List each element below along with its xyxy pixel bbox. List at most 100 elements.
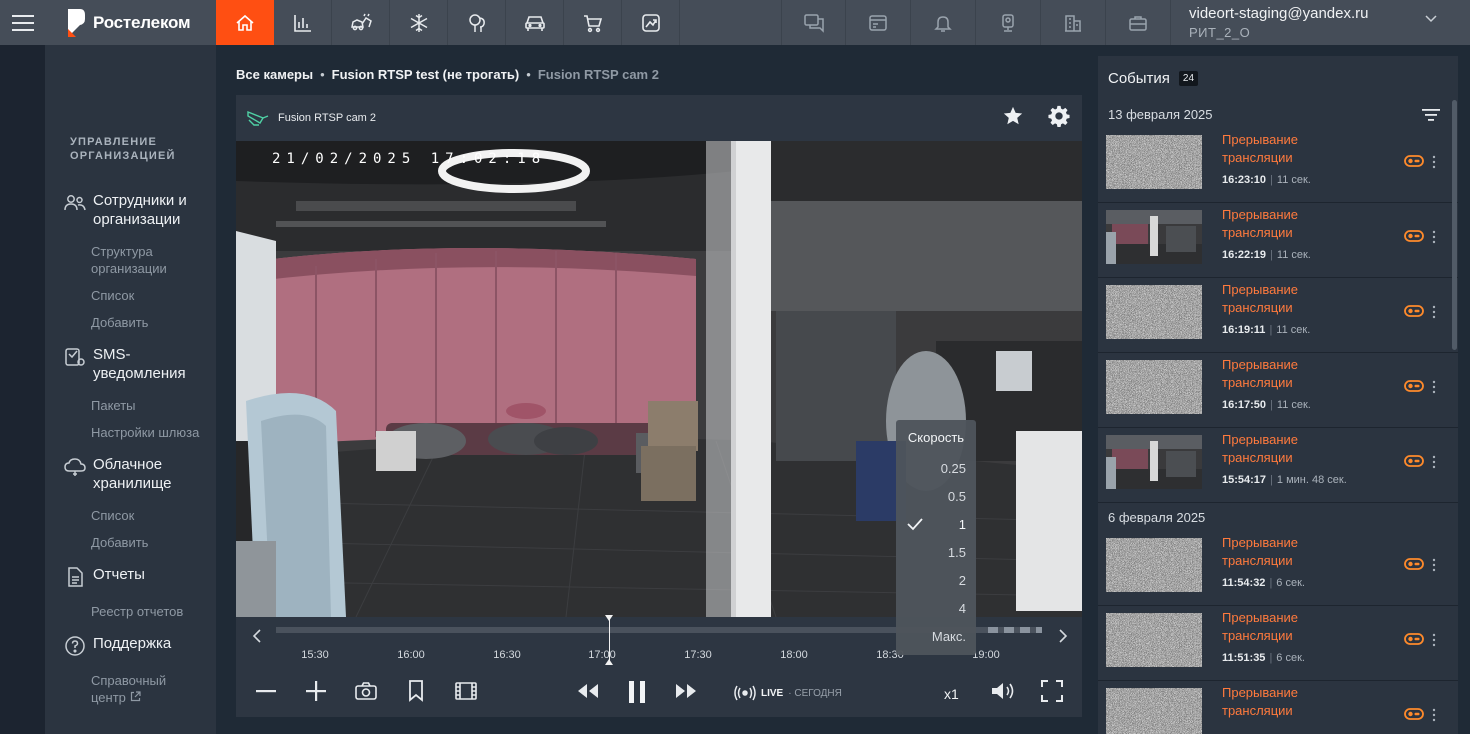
more-options-icon[interactable]	[1432, 633, 1436, 647]
event-thumbnail[interactable]	[1106, 285, 1202, 339]
rewind-icon[interactable]	[576, 679, 600, 703]
bookmark-icon[interactable]	[406, 679, 426, 703]
event-type-line: трансляции	[1222, 450, 1293, 465]
stream-status-icon[interactable]	[1404, 155, 1424, 167]
nav-transport[interactable]	[506, 0, 564, 45]
nav-objects[interactable]	[1041, 0, 1106, 45]
nav-devices[interactable]	[976, 0, 1041, 45]
fullscreen-icon[interactable]	[1040, 679, 1064, 703]
stream-status-icon[interactable]	[1404, 230, 1424, 242]
nav-climate[interactable]	[390, 0, 448, 45]
user-account-menu[interactable]: videort-staging@yandex.ru РИТ_2_О	[1171, 0, 1451, 45]
sidebar-subitem-add[interactable]: Добавить	[45, 314, 216, 331]
timeline-next-arrow-icon[interactable]	[1058, 629, 1068, 643]
speed-option[interactable]: 0.25	[896, 455, 976, 483]
speed-option[interactable]: 2	[896, 567, 976, 595]
more-options-icon[interactable]	[1432, 155, 1436, 169]
stream-status-icon[interactable]	[1404, 455, 1424, 467]
speed-option[interactable]: 4	[896, 595, 976, 623]
nav-ecology[interactable]	[448, 0, 506, 45]
sidebar-item-support[interactable]: Поддержка	[45, 634, 216, 658]
timeline-prev-arrow-icon[interactable]	[252, 629, 262, 643]
sidebar-subitem-help-center[interactable]: Справочный центр	[45, 672, 166, 706]
event-thumbnail[interactable]	[1106, 135, 1202, 189]
hamburger-menu-button[interactable]	[0, 0, 45, 45]
nav-home[interactable]	[216, 0, 274, 45]
sidebar-subitem-gateway[interactable]: Настройки шлюза	[45, 424, 216, 441]
sidebar-item-employees[interactable]: Сотрудники и организации	[45, 191, 216, 229]
zoom-out-icon[interactable]	[254, 679, 278, 703]
playback-speed-button[interactable]: x1	[944, 686, 959, 702]
sidebar-subitem-list[interactable]: Список	[45, 287, 216, 304]
event-list-item[interactable]: Прерывание трансляции 15:54:17 | 1 мин. 48 с…	[1098, 428, 1458, 503]
nav-notifications[interactable]	[911, 0, 976, 45]
event-list-item[interactable]: Прерывание трансляции 16:19:11 | 11 сек.	[1098, 278, 1458, 353]
car-crash-icon	[350, 13, 372, 30]
speed-option[interactable]: 0.5	[896, 483, 976, 511]
event-type-line: Прерывание	[1222, 132, 1299, 147]
event-thumbnail[interactable]	[1106, 688, 1202, 734]
event-list-item[interactable]: Прерывание трансляции 16:22:19 | 11 сек.	[1098, 203, 1458, 278]
stream-status-icon[interactable]	[1404, 558, 1424, 570]
event-list-item[interactable]: Прерывание трансляции 16:17:50 | 11 сек.	[1098, 353, 1458, 428]
event-thumbnail-noise	[1106, 285, 1202, 339]
sidebar-subitem-cloud-add[interactable]: Добавить	[45, 534, 216, 551]
breadcrumb-all-cameras[interactable]: Все камеры	[236, 67, 313, 82]
sidebar-subitem-report-registry[interactable]: Реестр отчетов	[45, 603, 216, 620]
nav-messages[interactable]	[781, 0, 846, 45]
stream-status-icon[interactable]	[1404, 305, 1424, 317]
filter-icon[interactable]	[1422, 108, 1440, 122]
film-clip-icon[interactable]	[454, 679, 478, 703]
sidebar-item-sms[interactable]: SMS- уведомления	[45, 345, 216, 383]
nav-billing[interactable]	[846, 0, 911, 45]
nav-trends[interactable]	[622, 0, 680, 45]
stream-status-icon[interactable]	[1404, 380, 1424, 392]
event-list-item[interactable]: Прерывание трансляции	[1098, 681, 1458, 734]
event-list-item[interactable]: Прерывание трансляции 11:51:35 | 6 сек.	[1098, 606, 1458, 681]
events-scrollbar[interactable]	[1452, 100, 1457, 350]
speed-option-selected[interactable]: 1	[896, 511, 976, 539]
nav-retail[interactable]	[564, 0, 622, 45]
sidebar-subitem-cloud-list[interactable]: Список	[45, 507, 216, 524]
brand-logo[interactable]: Ростелеком	[45, 0, 216, 45]
fast-forward-icon[interactable]	[674, 679, 698, 703]
favorite-star-icon[interactable]	[1002, 105, 1024, 127]
card-icon	[869, 14, 887, 31]
event-list-item[interactable]: Прерывание трансляции 16:23:10 | 11 сек.	[1098, 128, 1458, 203]
zoom-in-icon[interactable]	[304, 679, 328, 703]
more-options-icon[interactable]	[1432, 558, 1436, 572]
sidebar-item-cloud[interactable]: Облачное хранилище	[45, 455, 216, 493]
more-options-icon[interactable]	[1432, 230, 1436, 244]
speed-option[interactable]: Макс.	[896, 623, 976, 651]
sidebar-subitem-structure[interactable]: Структура организации	[45, 243, 175, 277]
event-thumbnail[interactable]	[1106, 360, 1202, 414]
more-options-icon[interactable]	[1432, 305, 1436, 319]
stream-status-icon[interactable]	[1404, 708, 1424, 720]
speed-option[interactable]: 1.5	[896, 539, 976, 567]
more-options-icon[interactable]	[1432, 455, 1436, 469]
nav-incidents[interactable]	[332, 0, 390, 45]
event-thumbnail[interactable]	[1106, 435, 1202, 489]
snapshot-camera-icon[interactable]	[354, 679, 378, 703]
event-thumbnail[interactable]	[1106, 538, 1202, 592]
volume-icon[interactable]	[990, 679, 1016, 703]
event-list-item[interactable]: Прерывание трансляции 11:54:32 | 6 сек.	[1098, 531, 1458, 606]
event-thumbnail[interactable]	[1106, 210, 1202, 264]
sidebar-subitem-packages[interactable]: Пакеты	[45, 397, 216, 414]
breadcrumb-folder[interactable]: Fusion RTSP test (не трогать)	[332, 67, 520, 82]
speed-option-label: Макс.	[931, 629, 966, 644]
more-options-icon[interactable]	[1432, 708, 1436, 722]
main-nav	[216, 0, 680, 45]
more-options-icon[interactable]	[1432, 380, 1436, 394]
event-type-line: трансляции	[1222, 300, 1293, 315]
event-thumbnail-noise	[1106, 688, 1202, 734]
stream-status-icon[interactable]	[1404, 633, 1424, 645]
sidebar-item-reports[interactable]: Отчеты	[45, 565, 216, 589]
live-button[interactable]: LIVE · СЕГОДНЯ	[734, 685, 842, 701]
event-thumbnail[interactable]	[1106, 613, 1202, 667]
pause-icon[interactable]	[626, 679, 648, 705]
nav-analytics[interactable]	[274, 0, 332, 45]
chat-icon	[803, 13, 824, 33]
nav-business[interactable]	[1106, 0, 1171, 45]
settings-gear-icon[interactable]	[1048, 105, 1070, 127]
